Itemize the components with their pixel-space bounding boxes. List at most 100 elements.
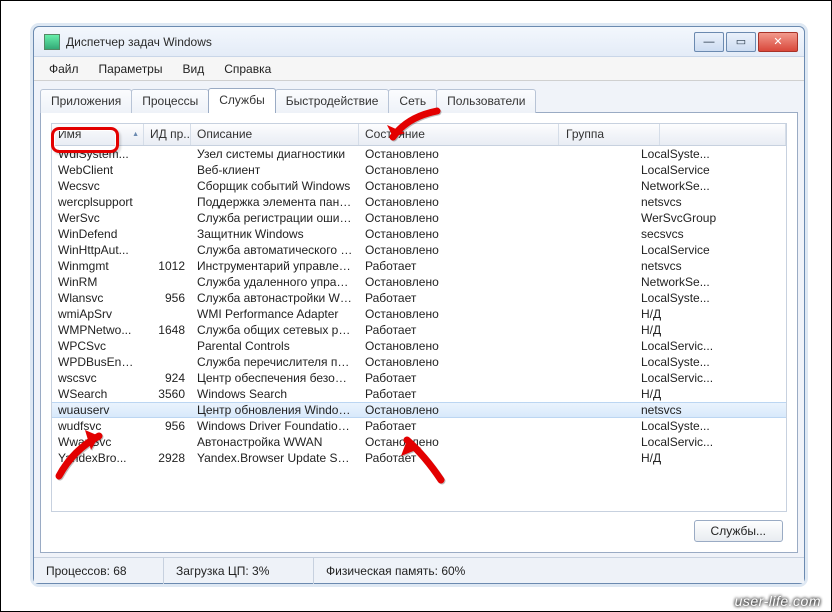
- table-row[interactable]: WwanSvcАвтонастройка WWANОстановленоLoca…: [52, 434, 786, 450]
- cell-pid: 1012: [144, 259, 191, 273]
- cell-group: LocalSyste...: [635, 147, 735, 161]
- cell-name: WSearch: [52, 387, 144, 401]
- cell-desc: Узел системы диагностики: [191, 147, 359, 161]
- table-row[interactable]: WPDBusEnumСлужба перечислителя пер...Ост…: [52, 354, 786, 370]
- cell-group: LocalServic...: [635, 371, 735, 385]
- sort-asc-icon: ▲: [132, 131, 139, 138]
- menu-params[interactable]: Параметры: [90, 59, 172, 79]
- table-row[interactable]: WebClientВеб-клиентОстановленоLocalServi…: [52, 162, 786, 178]
- cell-desc: Поддержка элемента панел...: [191, 195, 359, 209]
- cell-desc: Автонастройка WWAN: [191, 435, 359, 449]
- rows: WdiSystem...Узел системы диагностикиОста…: [52, 146, 786, 511]
- cell-group: LocalSyste...: [635, 419, 735, 433]
- table-row[interactable]: Winmgmt1012Инструментарий управлени...Ра…: [52, 258, 786, 274]
- titlebar[interactable]: Диспетчер задач Windows — ▭ ✕: [34, 27, 804, 57]
- table-row[interactable]: WSearch3560Windows SearchРаботаетН/Д: [52, 386, 786, 402]
- close-button[interactable]: ✕: [758, 32, 798, 52]
- cell-state: Остановлено: [359, 163, 559, 177]
- tab-applications[interactable]: Приложения: [40, 89, 132, 113]
- cell-group: LocalService: [635, 243, 735, 257]
- table-row[interactable]: WerSvcСлужба регистрации ошибо...Останов…: [52, 210, 786, 226]
- cell-desc: Защитник Windows: [191, 227, 359, 241]
- statusbar: Процессов: 68 Загрузка ЦП: 3% Физическая…: [34, 557, 804, 583]
- table-row[interactable]: wuauserv Центр обновления WindowsОстановл…: [52, 402, 786, 418]
- table-row[interactable]: wmiApSrvWMI Performance AdapterОстановле…: [52, 306, 786, 322]
- table-row[interactable]: WinDefend Защитник WindowsОстановлено secs…: [52, 226, 786, 242]
- col-filler: [660, 124, 786, 145]
- col-state[interactable]: Состояние: [359, 124, 559, 145]
- cell-name: WPDBusEnum: [52, 355, 144, 369]
- cell-name: WMPNetwo...: [52, 323, 144, 337]
- cell-state: Остановлено: [359, 403, 559, 417]
- cell-group: Н/Д: [635, 307, 735, 321]
- table-row[interactable]: WinHttpAut...Служба автоматического о...…: [52, 242, 786, 258]
- cell-group: secsvcs: [635, 227, 735, 241]
- menu-file[interactable]: Файл: [40, 59, 88, 79]
- col-desc[interactable]: Описание: [191, 124, 359, 145]
- table-row[interactable]: WMPNetwo...1648Служба общих сетевых рес.…: [52, 322, 786, 338]
- cell-name: wmiApSrv: [52, 307, 144, 321]
- cell-group: WerSvcGroup: [635, 211, 735, 225]
- cell-group: netsvcs: [635, 403, 735, 417]
- col-name[interactable]: Имя▲: [52, 124, 144, 145]
- cell-name: wscsvc: [52, 371, 144, 385]
- cell-desc: Yandex.Browser Update Serv...: [191, 451, 359, 465]
- cell-group: LocalSyste...: [635, 291, 735, 305]
- menu-view[interactable]: Вид: [173, 59, 213, 79]
- cell-desc: Служба общих сетевых рес...: [191, 323, 359, 337]
- table-row[interactable]: wercplsupport Поддержка элемента панел...…: [52, 194, 786, 210]
- cell-name: WinHttpAut...: [52, 243, 144, 257]
- cell-pid: 3560: [144, 387, 191, 401]
- cell-state: Работает: [359, 387, 559, 401]
- cell-name: WinDefend: [52, 227, 144, 241]
- tab-performance[interactable]: Быстродействие: [275, 89, 390, 113]
- table-row[interactable]: wudfsvc956Windows Driver Foundation - ..…: [52, 418, 786, 434]
- cell-state: Остановлено: [359, 227, 559, 241]
- menubar: Файл Параметры Вид Справка: [34, 57, 804, 81]
- cell-desc: Служба регистрации ошибо...: [191, 211, 359, 225]
- table-row[interactable]: WPCSvcParental ControlsОстановленоLocalS…: [52, 338, 786, 354]
- cell-pid: 1648: [144, 323, 191, 337]
- table-row[interactable]: Wlansvc956Служба автонастройки WLANРабот…: [52, 290, 786, 306]
- table-row[interactable]: WinRMСлужба удаленного управл...Остановл…: [52, 274, 786, 290]
- cell-group: Н/Д: [635, 323, 735, 337]
- services-listview[interactable]: Имя▲ ИД пр... Описание Состояние Группа …: [51, 123, 787, 512]
- maximize-button[interactable]: ▭: [726, 32, 756, 52]
- cell-name: wuauserv: [52, 403, 144, 417]
- cell-pid: 956: [144, 291, 191, 305]
- cell-state: Остановлено: [359, 307, 559, 321]
- app-icon: [44, 34, 60, 50]
- cell-group: LocalSyste...: [635, 355, 735, 369]
- tab-services[interactable]: Службы: [208, 88, 275, 113]
- cell-desc: Служба перечислителя пер...: [191, 355, 359, 369]
- table-row[interactable]: WdiSystem...Узел системы диагностикиОста…: [52, 146, 786, 162]
- services-button[interactable]: Службы...: [694, 520, 783, 542]
- tab-network[interactable]: Сеть: [388, 89, 437, 113]
- cell-group: LocalServic...: [635, 435, 735, 449]
- cell-state: Остановлено: [359, 339, 559, 353]
- cell-desc: Инструментарий управлени...: [191, 259, 359, 273]
- col-pid[interactable]: ИД пр...: [144, 124, 191, 145]
- col-group[interactable]: Группа: [560, 124, 660, 145]
- table-row[interactable]: WecsvcСборщик событий WindowsОстановлено…: [52, 178, 786, 194]
- table-row[interactable]: YandexBro...2928Yandex.Browser Update Se…: [52, 450, 786, 466]
- minimize-button[interactable]: —: [694, 32, 724, 52]
- cell-group: LocalServic...: [635, 339, 735, 353]
- task-manager-window: Диспетчер задач Windows — ▭ ✕ Файл Парам…: [33, 26, 805, 584]
- tab-users[interactable]: Пользователи: [436, 89, 536, 113]
- cell-state: Работает: [359, 451, 559, 465]
- cell-desc: Центр обеспечения безопа...: [191, 371, 359, 385]
- cell-name: Wecsvc: [52, 179, 144, 193]
- cell-desc: Служба автонастройки WLAN: [191, 291, 359, 305]
- cell-desc: Центр обновления Windows: [191, 403, 359, 417]
- cell-desc: Служба удаленного управл...: [191, 275, 359, 289]
- cell-name: wercplsupport: [52, 195, 144, 209]
- cell-name: WerSvc: [52, 211, 144, 225]
- cell-name: WinRM: [52, 275, 144, 289]
- menu-help[interactable]: Справка: [215, 59, 280, 79]
- tab-processes[interactable]: Процессы: [131, 89, 209, 113]
- table-row[interactable]: wscsvc924Центр обеспечения безопа...Рабо…: [52, 370, 786, 386]
- status-memory: Физическая память: 60%: [314, 558, 477, 584]
- cell-name: wudfsvc: [52, 419, 144, 433]
- cell-state: Работает: [359, 259, 559, 273]
